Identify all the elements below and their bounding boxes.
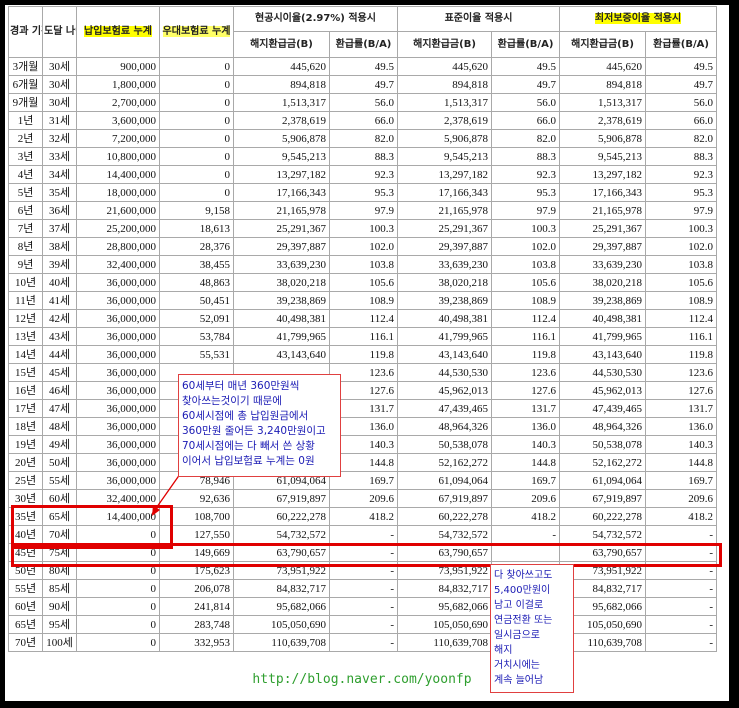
- annotation-arrow: [151, 419, 219, 516]
- note-line: 360만원 줄어든 3,240만원이고: [182, 425, 326, 437]
- note-line: 찾아쓰는것이기 때문에: [182, 395, 282, 407]
- note-line: 다 찾아쓰고도: [494, 570, 553, 581]
- annotation-note-left: 60세부터 매년 360만원씩찾아쓰는것이기 때문에 60세시점에 총 납입원금에…: [178, 374, 341, 477]
- note-line: 거치시에는: [494, 660, 540, 671]
- note-line: 남고 이걸로: [494, 600, 544, 611]
- note-line: 70세시점에는 다 빼서 쓴 상황: [182, 440, 315, 452]
- note-line: 해지: [494, 645, 513, 656]
- note-line: 60세시점에 총 납입원금에서: [182, 410, 309, 422]
- footer-url: http://blog.naver.com/yoonfp: [252, 672, 472, 687]
- note-line: 일시금으로: [494, 630, 540, 641]
- note-line: 60세부터 매년 360만원씩: [182, 380, 300, 392]
- note-line: 이어서 납입보험료 누계는 0원: [182, 455, 315, 467]
- note-line: 연금전환 또는: [494, 615, 553, 626]
- note-line: 5,400만원이: [494, 585, 551, 596]
